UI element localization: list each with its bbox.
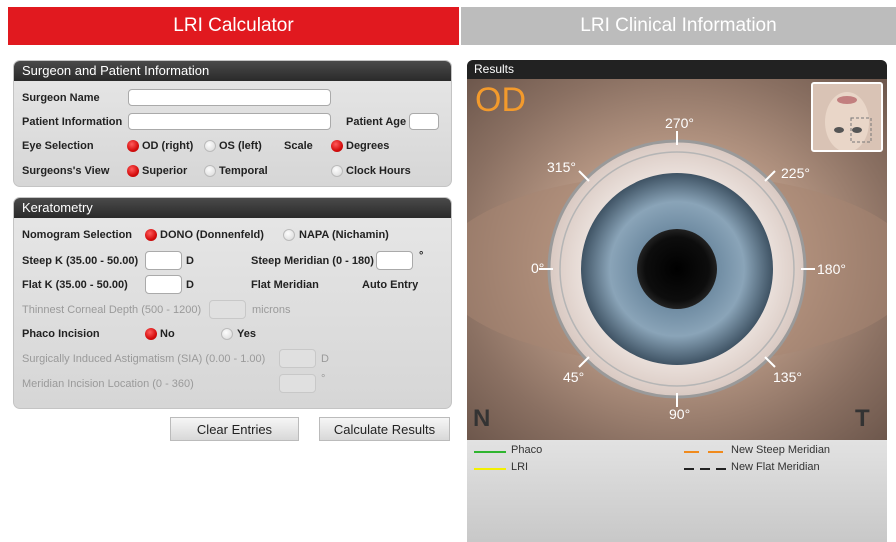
degree-270-label: 270° xyxy=(665,115,694,131)
phaco-legend-label: Phaco xyxy=(511,444,543,456)
degree-180-label: 180° xyxy=(817,261,846,277)
new-flat-legend-line xyxy=(684,468,726,470)
new-steep-legend-label: New Steep Meridian xyxy=(731,444,831,456)
legend-area: Phaco LRI New Steep Meridian New Flat Me… xyxy=(467,440,887,542)
surgeon-patient-panel: Surgeon and Patient Information Surgeon … xyxy=(13,60,452,187)
degree-315-label: 315° xyxy=(547,159,576,175)
thinnest-depth-label: Thinnest Corneal Depth (500 - 1200) xyxy=(22,304,202,316)
steep-k-unit: D xyxy=(186,255,194,267)
flat-k-label: Flat K (35.00 - 50.00) xyxy=(22,279,128,291)
nomogram-dono-label: DONO (Donnenfeld) xyxy=(160,229,264,241)
tab-lri-calculator-label: LRI Calculator xyxy=(173,15,294,36)
eye-selection-label: Eye Selection xyxy=(22,140,94,152)
sia-unit: D xyxy=(321,353,329,365)
phaco-no-radio[interactable] xyxy=(145,328,157,340)
keratometry-panel: Keratometry Nomogram Selection DONO (Don… xyxy=(13,197,452,409)
view-clock-radio[interactable] xyxy=(331,165,343,177)
meridian-incision-unit: ° xyxy=(321,373,326,385)
face-thumbnail-icon xyxy=(813,84,881,150)
eye-od-radio[interactable] xyxy=(127,140,139,152)
phaco-label: Phaco Incision xyxy=(22,328,100,340)
steep-meridian-input[interactable] xyxy=(376,251,413,270)
results-title: Results xyxy=(467,60,887,79)
flat-meridian-label: Flat Meridian xyxy=(251,279,319,291)
new-steep-legend-line xyxy=(684,451,726,453)
sia-input[interactable] xyxy=(279,349,316,368)
patient-info-label: Patient Information xyxy=(22,116,123,128)
view-superior-radio[interactable] xyxy=(127,165,139,177)
degree-90-label: 90° xyxy=(669,406,691,422)
eye-os-label: OS (left) xyxy=(219,140,262,152)
lri-legend-line xyxy=(474,468,506,470)
nomogram-label: Nomogram Selection xyxy=(22,229,133,241)
temporal-label: T xyxy=(855,405,870,432)
nomogram-napa-radio[interactable] xyxy=(283,229,295,241)
view-label: Surgeons's View xyxy=(22,165,110,177)
nomogram-dono-radio[interactable] xyxy=(145,229,157,241)
eye-od-indicator: OD xyxy=(475,81,526,119)
phaco-legend-line xyxy=(474,451,506,453)
surgeon-name-label: Surgeon Name xyxy=(22,92,100,104)
tab-lri-clinical-label: LRI Clinical Information xyxy=(580,15,777,36)
flat-k-unit: D xyxy=(186,279,194,291)
phaco-no-label: No xyxy=(160,328,175,340)
degree-225-label: 225° xyxy=(781,165,810,181)
eye-od-label: OD (right) xyxy=(142,140,194,152)
surgeon-panel-title: Surgeon and Patient Information xyxy=(14,61,451,81)
degree-45-label: 45° xyxy=(563,369,585,385)
steep-meridian-label: Steep Meridian (0 - 180) xyxy=(251,255,374,267)
flat-k-input[interactable] xyxy=(145,275,182,294)
tab-lri-clinical-information[interactable]: LRI Clinical Information xyxy=(461,7,896,45)
degree-0-label: 0° xyxy=(531,260,545,276)
view-temporal-radio[interactable] xyxy=(204,165,216,177)
sia-label: Surgically Induced Astigmatism (SIA) (0.… xyxy=(22,353,266,365)
steep-meridian-unit: ° xyxy=(419,250,424,262)
keratometry-panel-title: Keratometry xyxy=(14,198,451,218)
pupil xyxy=(637,229,717,309)
lri-legend-label: LRI xyxy=(511,461,529,473)
thinnest-depth-unit: microns xyxy=(252,304,291,316)
view-clock-label: Clock Hours xyxy=(346,165,411,177)
nomogram-napa-label: NAPA (Nichamin) xyxy=(299,229,389,241)
degree-135-label: 135° xyxy=(773,369,802,385)
eye-diagram: OD N T 270° 315° 225° 0° 180° 45° 135° 9… xyxy=(467,79,887,440)
view-superior-label: Superior xyxy=(142,165,188,177)
results-panel: Results OD N T 270° 315° 225° 0° 180° 45… xyxy=(467,60,887,542)
flat-meridian-auto: Auto Entry xyxy=(362,279,419,291)
view-temporal-label: Temporal xyxy=(219,165,268,177)
eye-os-radio[interactable] xyxy=(204,140,216,152)
nasal-label: N xyxy=(473,405,491,432)
scale-degrees-radio[interactable] xyxy=(331,140,343,152)
phaco-yes-radio[interactable] xyxy=(221,328,233,340)
scale-label: Scale xyxy=(284,140,313,152)
steep-k-input[interactable] xyxy=(145,251,182,270)
phaco-yes-label: Yes xyxy=(237,328,256,340)
tab-lri-calculator[interactable]: LRI Calculator xyxy=(8,7,459,45)
meridian-incision-input[interactable] xyxy=(279,374,316,393)
thinnest-depth-input[interactable] xyxy=(209,300,246,319)
surgeon-view-thumbnail[interactable] xyxy=(811,82,883,152)
patient-info-input[interactable] xyxy=(128,113,331,130)
surgeon-name-input[interactable] xyxy=(128,89,331,106)
patient-age-label: Patient Age xyxy=(346,116,407,128)
steep-k-label: Steep K (35.00 - 50.00) xyxy=(22,255,139,267)
clear-entries-button[interactable]: Clear Entries xyxy=(170,417,299,441)
patient-age-input[interactable] xyxy=(409,113,439,130)
scale-degrees-label: Degrees xyxy=(346,140,390,152)
meridian-incision-label: Meridian Incision Location (0 - 360) xyxy=(22,378,194,390)
calculate-results-button[interactable]: Calculate Results xyxy=(319,417,450,441)
new-flat-legend-label: New Flat Meridian xyxy=(731,461,820,473)
